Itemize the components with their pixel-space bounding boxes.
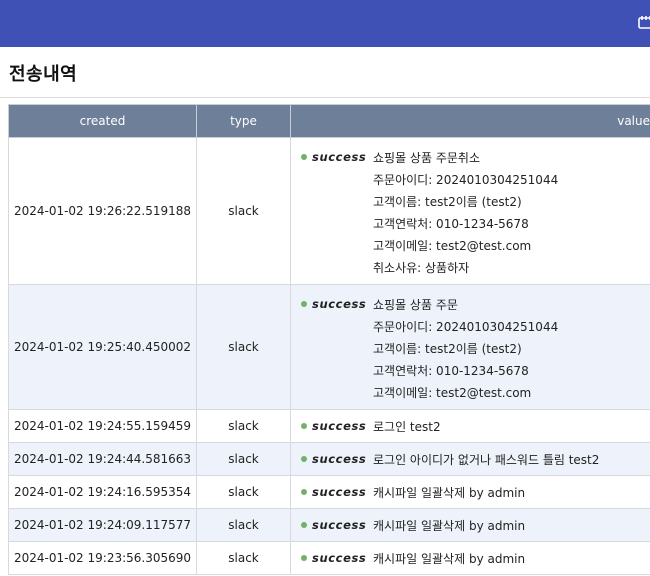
status-dot-icon bbox=[301, 423, 307, 429]
message-detail-line: 고객이메일: test2@test.com bbox=[373, 385, 532, 400]
message-text: 로그인 아이디가 없거나 패스워드 틀림 test2 bbox=[373, 452, 600, 467]
status-label: success bbox=[312, 297, 367, 311]
status-label: success bbox=[312, 485, 367, 499]
table-row[interactable]: 2024-01-02 19:24:09.117577 slack success 캐시… bbox=[8, 508, 650, 542]
value-first-line: success 캐시파일 일괄삭제 by admin bbox=[301, 514, 650, 536]
message-detail-line: 고객연락처: 010-1234-5678 bbox=[373, 216, 529, 231]
value-first-line: success 쇼핑몰 상품 주문취소 bbox=[301, 146, 650, 168]
column-header-value[interactable]: value bbox=[290, 104, 650, 138]
table-body: 2024-01-02 19:26:22.519188 slack success 쇼핑… bbox=[8, 137, 650, 575]
value-cell: success 캐시파일 일괄삭제 by admin bbox=[290, 508, 650, 542]
table-row[interactable]: 2024-01-02 19:24:55.159459 slack success 로그… bbox=[8, 409, 650, 443]
type-cell: slack bbox=[196, 508, 291, 542]
created-cell: 2024-01-02 19:24:44.581663 bbox=[8, 442, 197, 476]
history-table-container: created type value 2024-01-02 19:26:22.5… bbox=[8, 104, 650, 575]
type-cell: slack bbox=[196, 409, 291, 443]
value-first-line: success 로그인 test2 bbox=[301, 415, 650, 437]
created-cell: 2024-01-02 19:26:22.519188 bbox=[8, 137, 197, 285]
history-table: created type value 2024-01-02 19:26:22.5… bbox=[8, 104, 650, 575]
table-row[interactable]: 2024-01-02 19:23:56.305690 slack success 캐시… bbox=[8, 541, 650, 575]
title-divider bbox=[0, 97, 650, 98]
type-cell: slack bbox=[196, 442, 291, 476]
status-dot-icon bbox=[301, 522, 307, 528]
message-text: 캐시파일 일괄삭제 by admin bbox=[373, 518, 526, 533]
status-dot-icon bbox=[301, 154, 307, 160]
message-text: 캐시파일 일괄삭제 by admin bbox=[373, 485, 526, 500]
value-cell: success 로그인 test2 bbox=[290, 409, 650, 443]
column-header-type[interactable]: type bbox=[196, 104, 291, 138]
status-dot-icon bbox=[301, 301, 307, 307]
status-dot-icon bbox=[301, 555, 307, 561]
status-label: success bbox=[312, 551, 367, 565]
message-text: 쇼핑몰 상품 주문 bbox=[373, 297, 458, 312]
value-cell: success 캐시파일 일괄삭제 by admin bbox=[290, 541, 650, 575]
table-row[interactable]: 2024-01-02 19:26:22.519188 slack success 쇼핑… bbox=[8, 137, 650, 285]
message-detail-line: 주문아이디: 2024010304251044 bbox=[373, 319, 559, 334]
message-detail-line: 취소사유: 상품하자 bbox=[373, 260, 470, 275]
value-first-line: success 쇼핑몰 상품 주문 bbox=[301, 293, 650, 315]
message-text: 캐시파일 일괄삭제 by admin bbox=[373, 551, 526, 566]
message-text: 쇼핑몰 상품 주문취소 bbox=[373, 150, 480, 165]
created-cell: 2024-01-02 19:23:56.305690 bbox=[8, 541, 197, 575]
type-cell: slack bbox=[196, 541, 291, 575]
message-detail-line: 고객이름: test2이름 (test2) bbox=[373, 341, 522, 356]
table-row[interactable]: 2024-01-02 19:24:16.595354 slack success 캐시… bbox=[8, 475, 650, 509]
value-cell: success 쇼핑몰 상품 주문취소주문아이디: 202401030425104… bbox=[290, 137, 650, 285]
value-first-line: success 캐시파일 일괄삭제 by admin bbox=[301, 481, 650, 503]
created-cell: 2024-01-02 19:24:55.159459 bbox=[8, 409, 197, 443]
top-app-bar bbox=[0, 0, 650, 47]
message-detail-line: 고객이름: test2이름 (test2) bbox=[373, 194, 522, 209]
value-first-line: success 캐시파일 일괄삭제 by admin bbox=[301, 547, 650, 569]
message-detail-line: 고객이메일: test2@test.com bbox=[373, 238, 532, 253]
type-cell: slack bbox=[196, 475, 291, 509]
status-label: success bbox=[312, 518, 367, 532]
status-label: success bbox=[312, 452, 367, 466]
status-label: success bbox=[312, 150, 367, 164]
type-cell: slack bbox=[196, 137, 291, 285]
value-cell: success 로그인 아이디가 없거나 패스워드 틀림 test2 bbox=[290, 442, 650, 476]
clipboard-icon[interactable] bbox=[638, 14, 650, 29]
column-header-created[interactable]: created bbox=[8, 104, 197, 138]
status-dot-icon bbox=[301, 456, 307, 462]
table-row[interactable]: 2024-01-02 19:25:40.450002 slack success 쇼핑… bbox=[8, 284, 650, 410]
table-row[interactable]: 2024-01-02 19:24:44.581663 slack success 로그… bbox=[8, 442, 650, 476]
message-detail-line: 고객연락처: 010-1234-5678 bbox=[373, 363, 529, 378]
type-cell: slack bbox=[196, 284, 291, 410]
value-first-line: success 로그인 아이디가 없거나 패스워드 틀림 test2 bbox=[301, 448, 650, 470]
table-header-row: created type value bbox=[8, 104, 650, 138]
created-cell: 2024-01-02 19:24:09.117577 bbox=[8, 508, 197, 542]
created-cell: 2024-01-02 19:25:40.450002 bbox=[8, 284, 197, 410]
value-cell: success 캐시파일 일괄삭제 by admin bbox=[290, 475, 650, 509]
value-cell: success 쇼핑몰 상품 주문주문아이디: 2024010304251044 고… bbox=[290, 284, 650, 410]
page-title: 전송내역 bbox=[9, 64, 78, 85]
message-detail-line: 주문아이디: 2024010304251044 bbox=[373, 172, 559, 187]
message-text: 로그인 test2 bbox=[373, 419, 441, 434]
created-cell: 2024-01-02 19:24:16.595354 bbox=[8, 475, 197, 509]
status-label: success bbox=[312, 419, 367, 433]
status-dot-icon bbox=[301, 489, 307, 495]
